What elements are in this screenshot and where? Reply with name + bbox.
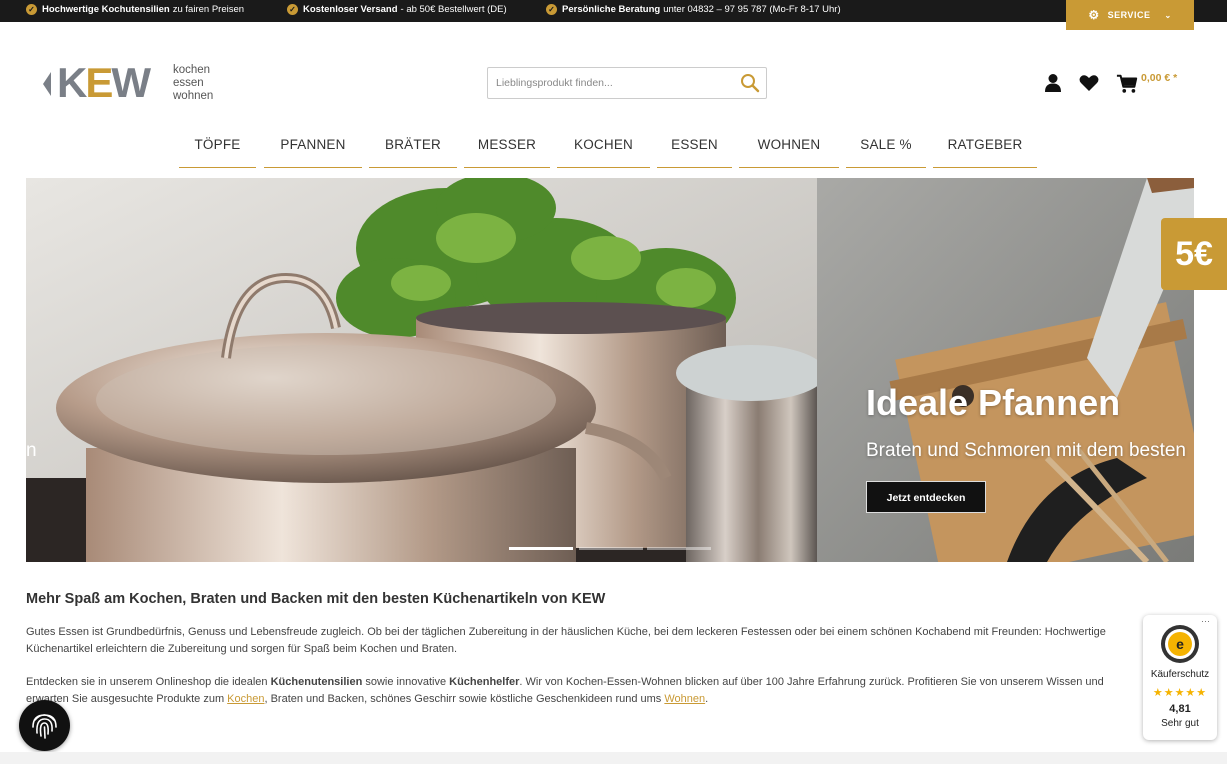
rating-score: 4,81 xyxy=(1169,703,1191,715)
slider-dot[interactable] xyxy=(647,547,711,550)
nav-item-wohnen[interactable]: WOHNEN xyxy=(739,128,839,168)
promo-badge[interactable]: 5€ xyxy=(1161,218,1227,290)
search-icon[interactable] xyxy=(740,73,760,93)
rating-grade: Sehr gut xyxy=(1161,718,1199,729)
hero-subtitle: Braten und Schmoren mit dem besten xyxy=(866,440,1187,461)
hero-previous-slide-text: n xyxy=(26,440,37,461)
logo-tagline-line: essen xyxy=(173,77,204,89)
cart-total[interactable]: 0,00 € * xyxy=(1141,72,1177,84)
slider-dot[interactable] xyxy=(509,547,573,550)
usp-item: ✓ Hochwertige Kochutensilien zu fairen P… xyxy=(26,4,244,15)
trust-label: Käuferschutz xyxy=(1150,669,1210,680)
trusted-shops-seal-icon: e xyxy=(1161,625,1199,663)
link-kochen[interactable]: Kochen xyxy=(227,693,264,705)
logo[interactable]: KEW kochen essen wohnen xyxy=(43,62,223,104)
hero-slider[interactable]: n Ideale Pfannen Braten und Schmoren mit… xyxy=(26,178,1194,562)
nav-item-pfannen[interactable]: PFANNEN xyxy=(264,128,362,168)
service-button[interactable]: ⚙ SERVICE ⌄ xyxy=(1066,0,1194,30)
service-label: SERVICE xyxy=(1107,10,1151,20)
usp-item: ✓ Persönliche Beratung unter 04832 – 97 … xyxy=(546,4,841,15)
logo-tagline-line: kochen xyxy=(173,64,211,76)
hero-image-pots: n xyxy=(26,178,817,562)
nav-item-ratgeber[interactable]: RATGEBER xyxy=(933,128,1037,168)
hero-slide-pans: Ideale Pfannen Braten und Schmoren mit d… xyxy=(817,178,1194,562)
rating-stars: ★★★★★ xyxy=(1152,687,1208,699)
logo-tagline-line: wohnen xyxy=(173,90,214,102)
hero-cta-button[interactable]: Jetzt entdecken xyxy=(866,481,986,513)
logo-tagline: kochen essen wohnen xyxy=(173,64,213,103)
wishlist-heart-icon[interactable] xyxy=(1078,72,1100,94)
fingerprint-icon xyxy=(32,714,57,739)
text-bold: Küchenhelfer xyxy=(449,676,520,688)
text-segment: , Braten und Backen, schönes Geschirr so… xyxy=(264,693,665,705)
nav-item-kochen[interactable]: KOCHEN xyxy=(557,128,650,168)
nav-item-messer[interactable]: MESSER xyxy=(464,128,550,168)
check-icon: ✓ xyxy=(26,4,37,15)
text-bold: Küchenutensilien xyxy=(270,676,363,688)
main-navigation: TÖPFE PFANNEN BRÄTER MESSER KOCHEN ESSEN… xyxy=(0,128,1227,168)
more-icon[interactable]: ··· xyxy=(1201,616,1210,626)
cart-icon[interactable] xyxy=(1116,73,1138,95)
privacy-settings-button[interactable] xyxy=(19,700,70,751)
logo-mark-icon xyxy=(43,72,51,96)
slider-dot[interactable] xyxy=(579,547,643,550)
logo-wordmark: KEW xyxy=(57,59,151,106)
slider-dots xyxy=(509,547,714,551)
hero-title: Ideale Pfannen xyxy=(866,382,1121,423)
nav-item-essen[interactable]: ESSEN xyxy=(657,128,732,168)
text-segment: sowie innovative xyxy=(362,676,450,688)
account-icon[interactable] xyxy=(1042,72,1064,94)
usp-text: - ab 50€ Bestellwert (DE) xyxy=(400,4,507,15)
check-icon: ✓ xyxy=(287,4,298,15)
text-segment: . xyxy=(705,693,709,705)
svg-text:e: e xyxy=(1176,636,1184,652)
intro-paragraph: Gutes Essen ist Grundbedürfnis, Genuss u… xyxy=(26,626,1106,655)
usp-text: zu fairen Preisen xyxy=(172,4,245,15)
check-icon: ✓ xyxy=(546,4,557,15)
intro-paragraph-2: Entdecken sie in unserem Onlineshop die … xyxy=(26,674,1146,708)
trusted-shops-badge[interactable]: ··· e Käuferschutz ★★★★★ 4,81 Sehr gut xyxy=(1143,615,1217,740)
page-title: Mehr Spaß am Kochen, Braten und Backen m… xyxy=(26,591,606,607)
usp-bold: Hochwertige Kochutensilien xyxy=(42,4,170,15)
nav-item-sale[interactable]: SALE % xyxy=(846,128,926,168)
top-bar: ✓ Hochwertige Kochutensilien zu fairen P… xyxy=(0,0,1227,22)
link-wohnen[interactable]: Wohnen xyxy=(664,693,705,705)
usp-bold: Kostenloser Versand xyxy=(303,4,398,15)
pots-illustration xyxy=(26,178,817,562)
nav-item-braeter[interactable]: BRÄTER xyxy=(369,128,457,168)
usp-bold: Persönliche Beratung xyxy=(562,4,661,15)
footer-strip xyxy=(0,752,1227,764)
usp-item: ✓ Kostenloser Versand - ab 50€ Bestellwe… xyxy=(287,4,507,15)
nav-item-toepfe[interactable]: TÖPFE xyxy=(179,128,256,168)
chevron-down-icon: ⌄ xyxy=(1164,10,1172,20)
search-box xyxy=(487,67,767,99)
usp-text: unter 04832 – 97 95 787 (Mo-Fr 8-17 Uhr) xyxy=(663,4,841,15)
gear-icon: ⚙ xyxy=(1088,8,1100,22)
text-segment: Entdecken sie in unserem Onlineshop die … xyxy=(26,676,271,688)
search-input[interactable] xyxy=(488,68,733,98)
